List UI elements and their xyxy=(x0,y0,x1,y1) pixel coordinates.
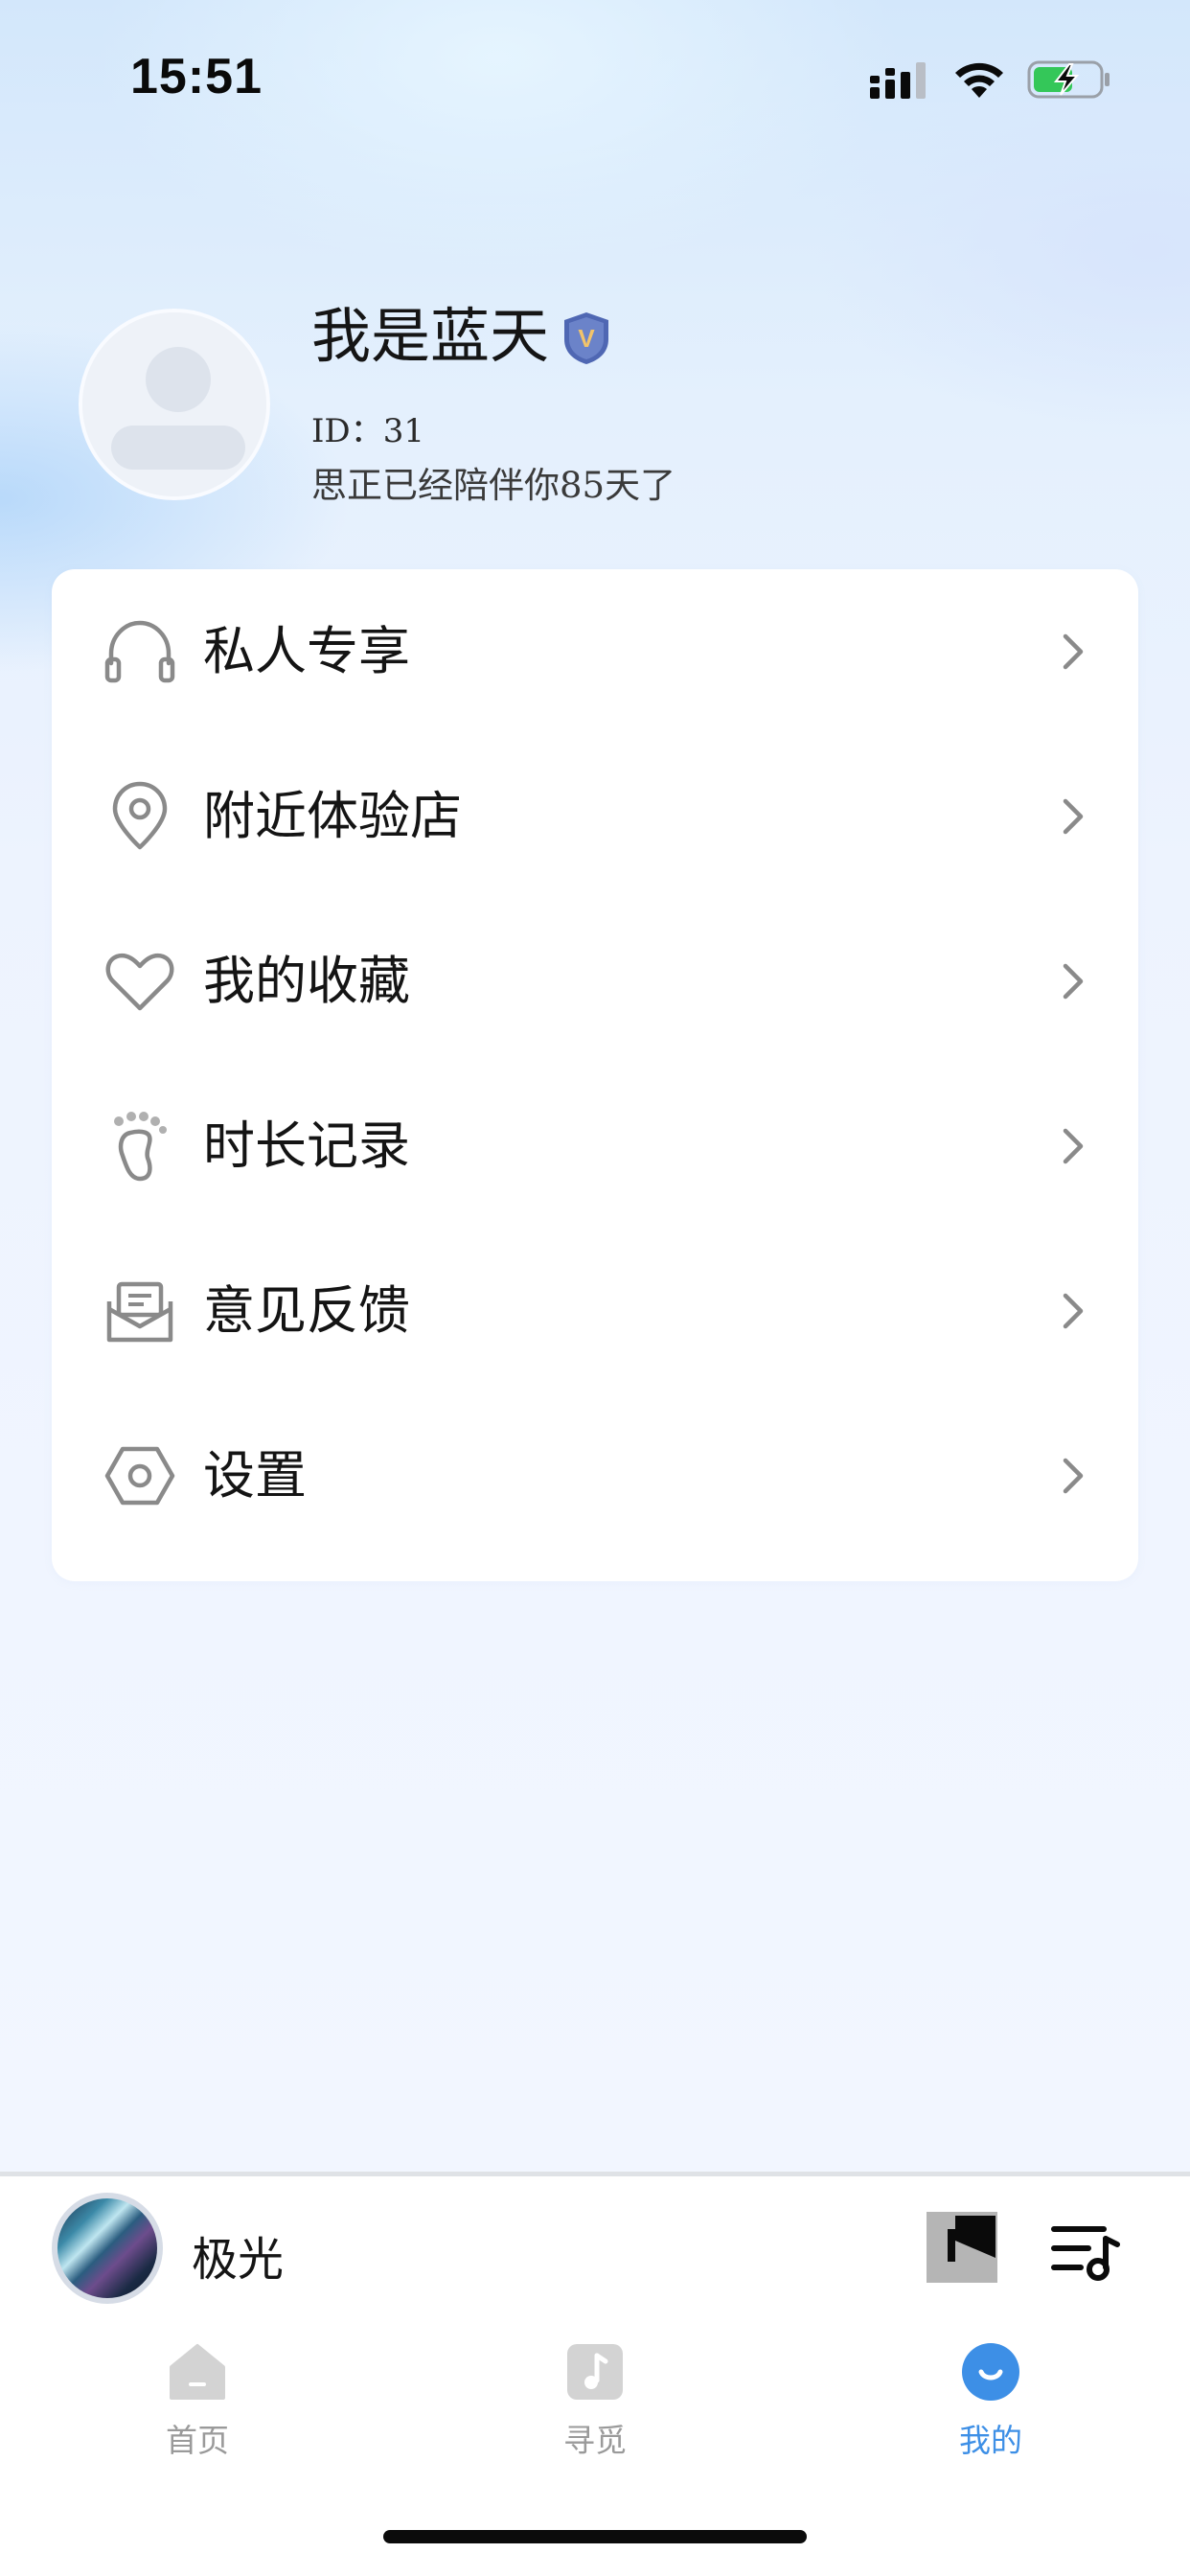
avatar[interactable] xyxy=(79,309,270,500)
menu-item-label: 我的收藏 xyxy=(203,951,410,1011)
home-icon xyxy=(170,2344,225,2400)
headphones-icon xyxy=(102,613,178,690)
default-avatar-icon xyxy=(82,312,266,496)
player-track-title[interactable]: 极光 xyxy=(192,2221,284,2288)
vip-badge-letter: V xyxy=(578,324,595,353)
chevron-right-icon xyxy=(1063,1128,1084,1164)
username-row: 我是蓝天 V xyxy=(311,307,612,366)
chevron-right-icon xyxy=(1063,633,1084,670)
heart-icon xyxy=(102,943,178,1020)
menu-item-label: 私人专享 xyxy=(203,621,410,681)
menu-item-label: 意见反馈 xyxy=(203,1280,410,1341)
vip-shield-badge-icon: V xyxy=(564,312,609,364)
chevron-right-icon xyxy=(1063,798,1084,835)
chevron-right-icon xyxy=(1063,1293,1084,1329)
tab-home[interactable]: 首页 xyxy=(102,2342,293,2467)
location-pin-icon xyxy=(102,778,178,855)
music-note-icon xyxy=(567,2344,623,2400)
home-indicator xyxy=(383,2530,807,2543)
tab-label: 我的 xyxy=(959,2422,1022,2459)
tab-discover[interactable]: 寻觅 xyxy=(499,2342,691,2467)
tab-mine[interactable]: 我的 xyxy=(895,2342,1087,2467)
feedback-mail-icon xyxy=(102,1273,178,1349)
battery-charging-icon xyxy=(1027,60,1110,99)
menu-card: 私人专享 附近体验店 我的收藏 时长记录 意见反馈 设置 xyxy=(52,569,1138,1581)
username: 我是蓝天 xyxy=(311,301,550,371)
tab-label: 寻觅 xyxy=(563,2422,627,2459)
user-id: ID：31 xyxy=(311,412,424,450)
footprint-icon xyxy=(102,1108,178,1184)
chevron-right-icon xyxy=(1063,963,1084,1000)
menu-item-private[interactable]: 私人专享 xyxy=(52,569,1138,734)
menu-item-duration-records[interactable]: 时长记录 xyxy=(52,1064,1138,1229)
menu-item-label: 时长记录 xyxy=(203,1116,410,1176)
menu-item-nearby-store[interactable]: 附近体验店 xyxy=(52,734,1138,899)
playlist-music-icon[interactable] xyxy=(1050,2220,1121,2281)
companion-days-text: 思正已经陪伴你85天了 xyxy=(311,465,676,506)
chevron-right-icon xyxy=(1063,1458,1084,1494)
status-bar: 15:51 xyxy=(0,0,1190,153)
play-pause-icon[interactable] xyxy=(927,2212,997,2283)
smile-profile-icon xyxy=(962,2343,1019,2401)
tab-label: 首页 xyxy=(166,2422,229,2459)
menu-item-feedback[interactable]: 意见反馈 xyxy=(52,1229,1138,1393)
menu-item-settings[interactable]: 设置 xyxy=(52,1393,1138,1558)
menu-item-favorites[interactable]: 我的收藏 xyxy=(52,899,1138,1064)
menu-item-label: 附近体验店 xyxy=(203,786,462,846)
cellular-signal-icon xyxy=(870,62,926,99)
settings-hexagon-icon xyxy=(102,1438,178,1514)
status-icons xyxy=(868,56,1111,104)
aurora-cover-art[interactable] xyxy=(52,2193,163,2304)
menu-item-label: 设置 xyxy=(203,1445,307,1506)
cover-art-image xyxy=(57,2198,157,2298)
status-time: 15:51 xyxy=(130,49,263,104)
wifi-icon xyxy=(955,62,1003,98)
